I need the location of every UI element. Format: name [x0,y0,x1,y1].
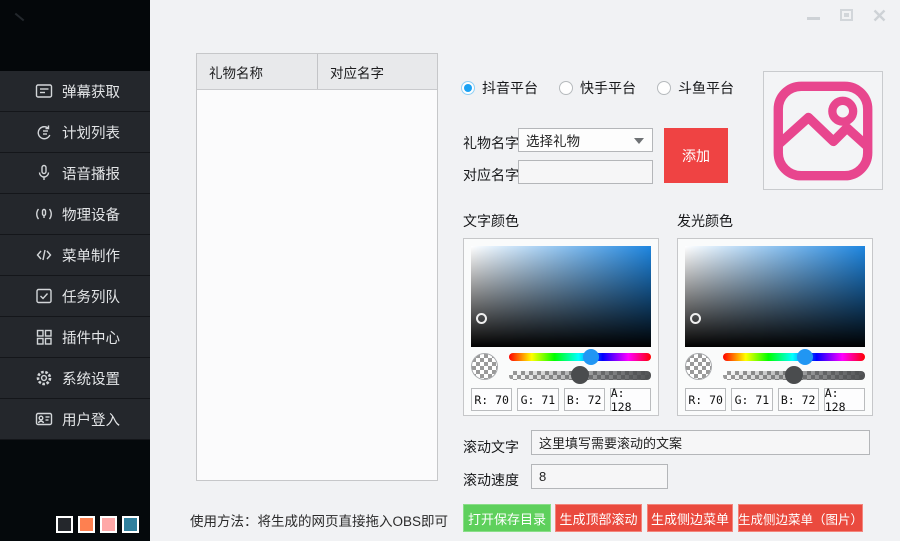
alpha-slider[interactable] [723,371,865,380]
open-save-dir-button[interactable]: 打开保存目录 [463,504,551,532]
red-value-field[interactable]: R: 70 [685,388,726,411]
saturation-value-area[interactable] [471,246,651,347]
sidebar-item-label: 物理设备 [62,204,120,225]
red-value-field[interactable]: R: 70 [471,388,512,411]
usage-hint: 使用方法：将生成的网页直接拖入OBS即可 [190,510,448,530]
radio-selected-icon [461,81,475,95]
sidebar-item-label: 菜单制作 [62,245,120,266]
gift-table-header: 礼物名称 对应名字 [197,54,437,90]
sidebar-item-plugin-center[interactable]: 插件中心 [0,317,150,358]
plugin-grid-icon [34,328,53,347]
sidebar-item-label: 任务列队 [62,286,120,307]
theme-swatches [56,516,144,533]
alpha-slider-handle[interactable] [785,366,803,384]
theme-swatch-teal[interactable] [122,516,139,533]
scroll-text-input[interactable] [531,430,870,455]
sidebar-item-label: 用户登入 [62,409,120,430]
sv-cursor-icon[interactable] [690,313,701,324]
radio-label: 斗鱼平台 [678,78,734,98]
picture-icon [771,79,875,183]
sidebar-item-label: 弹幕获取 [62,81,120,102]
plan-list-icon [34,123,53,142]
green-value-field[interactable]: G: 71 [517,388,558,411]
alpha-value-field[interactable]: A: 128 [824,388,865,411]
radio-unselected-icon [559,81,573,95]
gift-table: 礼物名称 对应名字 [196,53,438,481]
sidebar-item-label: 计划列表 [62,122,120,143]
mapped-name-label: 对应名字 [463,165,519,185]
scroll-text-label: 滚动文字 [463,437,519,457]
settings-gear-icon [34,369,53,388]
mapped-name-input[interactable] [518,160,653,184]
user-card-icon [34,410,53,429]
radio-label: 抖音平台 [482,78,538,98]
gift-name-label: 礼物名字 [463,133,519,153]
color-preview-circle[interactable] [685,353,712,380]
green-value-field[interactable]: G: 71 [731,388,772,411]
minimize-icon[interactable] [806,7,820,23]
image-preview-box[interactable] [763,71,883,190]
gift-select-value: 选择礼物 [526,130,580,150]
glow-color-picker: R: 70 G: 71 B: 72 A: 128 [677,238,873,416]
voice-mic-icon [34,164,53,183]
physical-device-icon [34,205,53,224]
column-header-mapped-name[interactable]: 对应名字 [318,54,437,89]
window-controls [806,5,900,25]
sidebar-item-device[interactable]: 物理设备 [0,194,150,235]
sidebar-item-label: 语音播报 [62,163,120,184]
platform-radio-group: 抖音平台 快手平台 斗鱼平台 [461,78,755,98]
code-menu-icon [34,246,53,265]
alpha-slider[interactable] [509,371,651,380]
column-header-gift-name[interactable]: 礼物名称 [197,54,318,89]
radio-douyu[interactable]: 斗鱼平台 [657,78,734,98]
hue-slider[interactable] [509,353,651,361]
text-color-picker: R: 70 G: 71 B: 72 A: 128 [463,238,659,416]
logo-block [0,0,150,71]
maximize-icon[interactable] [839,7,853,23]
sidebar-item-danmaku[interactable]: 弹幕获取 [0,71,150,112]
radio-kuaishou[interactable]: 快手平台 [559,78,636,98]
gift-select-dropdown[interactable]: 选择礼物 [518,128,653,152]
sidebar-item-plan-list[interactable]: 计划列表 [0,112,150,153]
sidebar-item-label: 插件中心 [62,327,120,348]
sidebar: 弹幕获取 计划列表 语音播报 物理设备 菜单制作 任务列队 插件中心 [0,0,150,541]
alpha-slider-handle[interactable] [571,366,589,384]
sidebar-item-settings[interactable]: 系统设置 [0,358,150,399]
scroll-speed-label: 滚动速度 [463,470,519,490]
logo-mark [15,13,25,22]
blue-value-field[interactable]: B: 72 [564,388,605,411]
sidebar-item-voice[interactable]: 语音播报 [0,153,150,194]
saturation-value-area[interactable] [685,246,865,347]
hue-slider-handle[interactable] [797,349,813,365]
generate-side-menu-button[interactable]: 生成侧边菜单 [647,504,733,532]
radio-unselected-icon [657,81,671,95]
generate-side-menu-image-button[interactable]: 生成侧边菜单（图片） [738,504,863,532]
generate-top-scroll-button[interactable]: 生成顶部滚动 [555,504,642,532]
radio-douyin[interactable]: 抖音平台 [461,78,538,98]
theme-swatch-orange[interactable] [78,516,95,533]
hue-slider[interactable] [723,353,865,361]
chevron-down-icon [634,138,644,144]
task-checkbox-icon [34,287,53,306]
close-icon[interactable] [872,7,886,23]
sidebar-item-user-login[interactable]: 用户登入 [0,399,150,440]
theme-swatch-pink[interactable] [100,516,117,533]
sidebar-item-menu-maker[interactable]: 菜单制作 [0,235,150,276]
glow-color-title: 发光颜色 [677,211,733,231]
sv-cursor-icon[interactable] [476,313,487,324]
sidebar-item-task-queue[interactable]: 任务列队 [0,276,150,317]
sidebar-item-label: 系统设置 [62,368,120,389]
hue-slider-handle[interactable] [583,349,599,365]
blue-value-field[interactable]: B: 72 [778,388,819,411]
add-button[interactable]: 添加 [664,128,728,183]
text-color-title: 文字颜色 [463,211,519,231]
color-preview-circle[interactable] [471,353,498,380]
alpha-value-field[interactable]: A: 128 [610,388,651,411]
radio-label: 快手平台 [580,78,636,98]
danmaku-screen-icon [34,82,53,101]
theme-swatch-dark[interactable] [56,516,73,533]
scroll-speed-input[interactable] [531,464,668,489]
